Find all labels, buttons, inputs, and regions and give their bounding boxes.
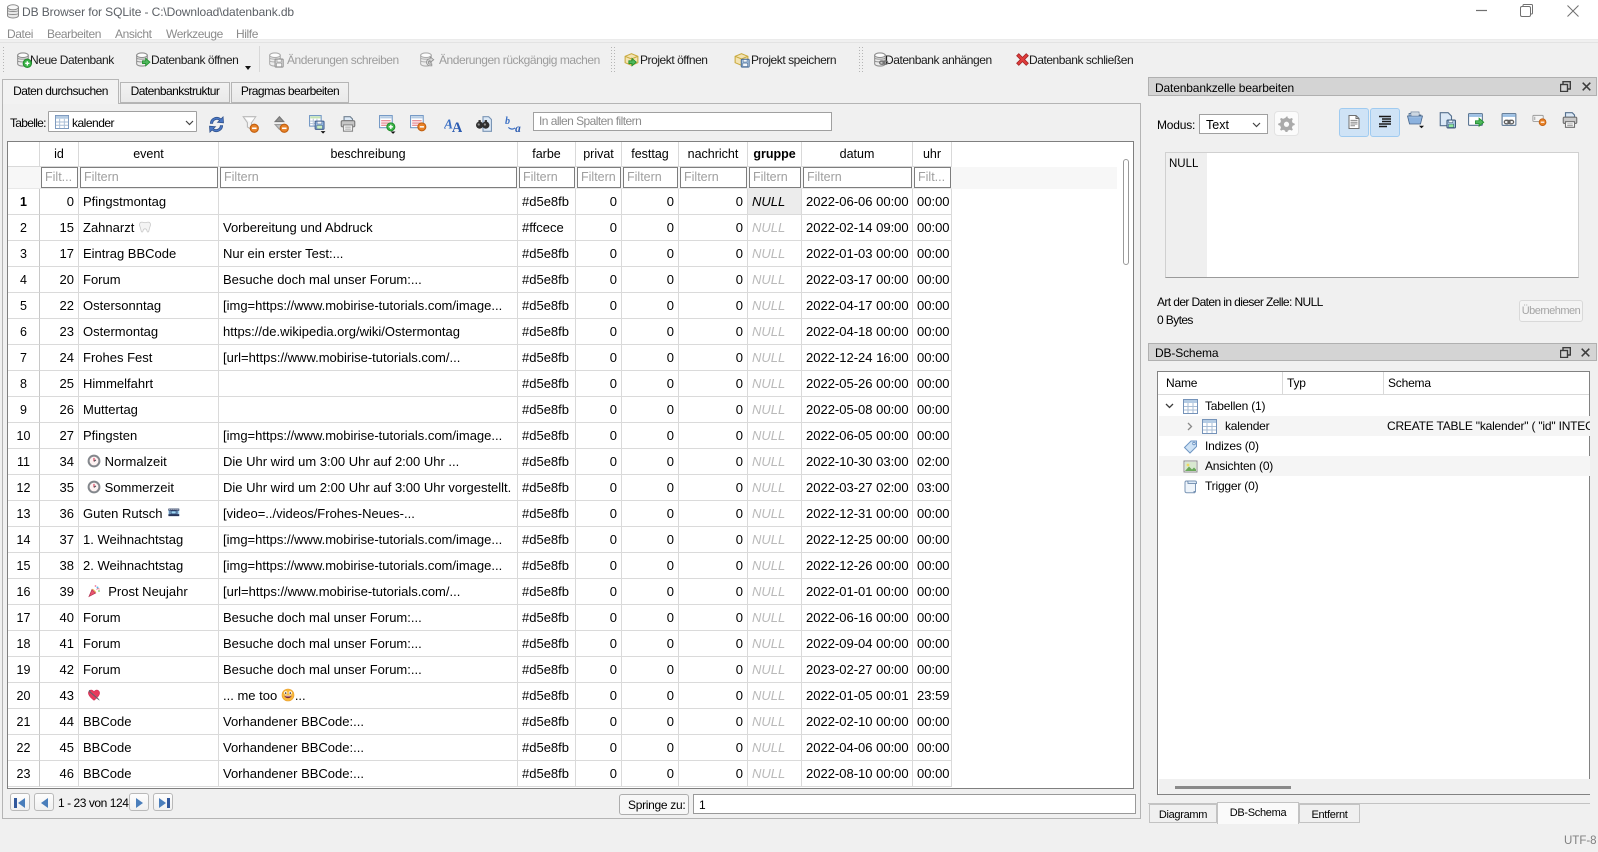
svg-text:b: b xyxy=(505,116,510,127)
svg-text:a: a xyxy=(515,123,521,133)
svg-text:A: A xyxy=(452,120,462,133)
